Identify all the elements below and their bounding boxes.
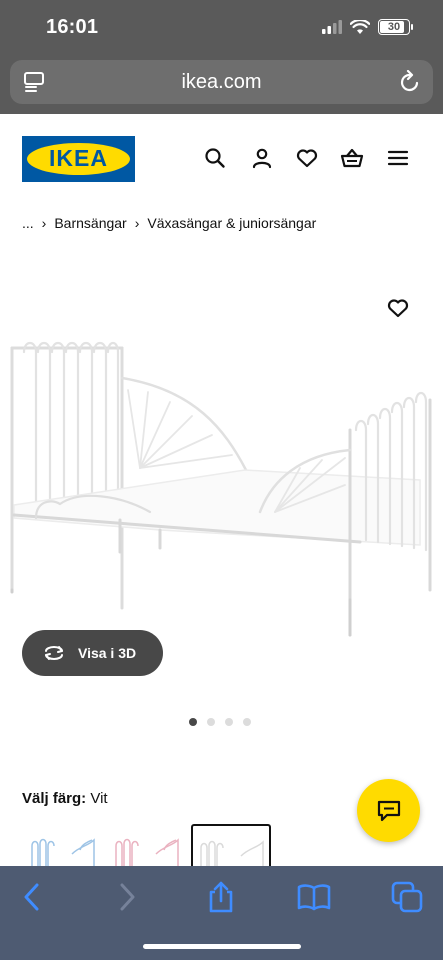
tabs-icon[interactable] <box>390 880 424 914</box>
chevron-right-icon: › <box>134 215 140 231</box>
carousel-dot[interactable] <box>189 718 197 726</box>
status-time: 16:01 <box>46 16 99 38</box>
home-indicator <box>143 944 301 949</box>
ikea-logo[interactable]: IKEA <box>22 136 135 182</box>
address-bar[interactable]: ikea.com <box>10 60 433 104</box>
url-text[interactable]: ikea.com <box>10 71 433 94</box>
share-icon[interactable] <box>204 880 238 914</box>
battery-level: 30 <box>387 21 401 33</box>
forward-icon[interactable] <box>110 880 144 914</box>
color-selected-value: Vit <box>90 790 108 807</box>
view-in-3d-button[interactable]: Visa i 3D <box>22 630 163 676</box>
status-bar: 16:01 30 <box>0 0 443 58</box>
basket-icon[interactable] <box>340 146 364 170</box>
add-to-favorites-heart-icon[interactable] <box>386 296 410 320</box>
menu-icon[interactable] <box>386 146 410 170</box>
browser-url-area: ikea.com <box>0 58 443 114</box>
swatch-bed-thumbnail <box>115 838 179 872</box>
image-carousel-dots <box>189 718 251 726</box>
search-icon[interactable] <box>203 146 227 170</box>
wifi-icon <box>350 19 370 34</box>
breadcrumb-item-vaxasangar[interactable]: Växasängar & juniorsängar <box>147 215 316 231</box>
heart-icon[interactable] <box>295 146 319 170</box>
color-swatch-pink[interactable] <box>106 824 186 872</box>
view-in-3d-label: Visa i 3D <box>78 645 137 661</box>
chat-bubble-icon <box>377 800 400 821</box>
rotate-3d-icon <box>45 646 63 660</box>
back-icon[interactable] <box>15 880 49 914</box>
carousel-dot[interactable] <box>207 718 215 726</box>
color-selector-label: Välj färg: Vit <box>22 790 108 807</box>
browser-toolbar <box>0 866 443 960</box>
site-header: IKEA <box>0 114 443 206</box>
chevron-right-icon: › <box>41 215 47 231</box>
logo-text: IKEA <box>49 145 108 171</box>
cellular-signal-icon <box>322 20 342 34</box>
carousel-dot[interactable] <box>225 718 233 726</box>
battery-icon: 30 <box>378 19 413 35</box>
breadcrumb: ... › Barnsängar › Växasängar & juniorsä… <box>22 215 316 231</box>
reload-icon[interactable] <box>399 70 421 94</box>
chat-button[interactable] <box>357 779 420 842</box>
status-icons: 30 <box>322 19 413 35</box>
breadcrumb-item-barnsangar[interactable]: Barnsängar <box>54 215 126 231</box>
carousel-dot[interactable] <box>243 718 251 726</box>
color-label-prefix: Välj färg: <box>22 790 87 807</box>
color-swatch-blue[interactable] <box>22 824 102 872</box>
breadcrumb-ellipsis[interactable]: ... <box>22 215 34 231</box>
color-swatch-white-selected[interactable] <box>191 824 271 872</box>
swatch-bed-thumbnail <box>31 838 95 872</box>
bookmarks-icon[interactable] <box>297 880 331 914</box>
user-icon[interactable] <box>250 146 274 170</box>
